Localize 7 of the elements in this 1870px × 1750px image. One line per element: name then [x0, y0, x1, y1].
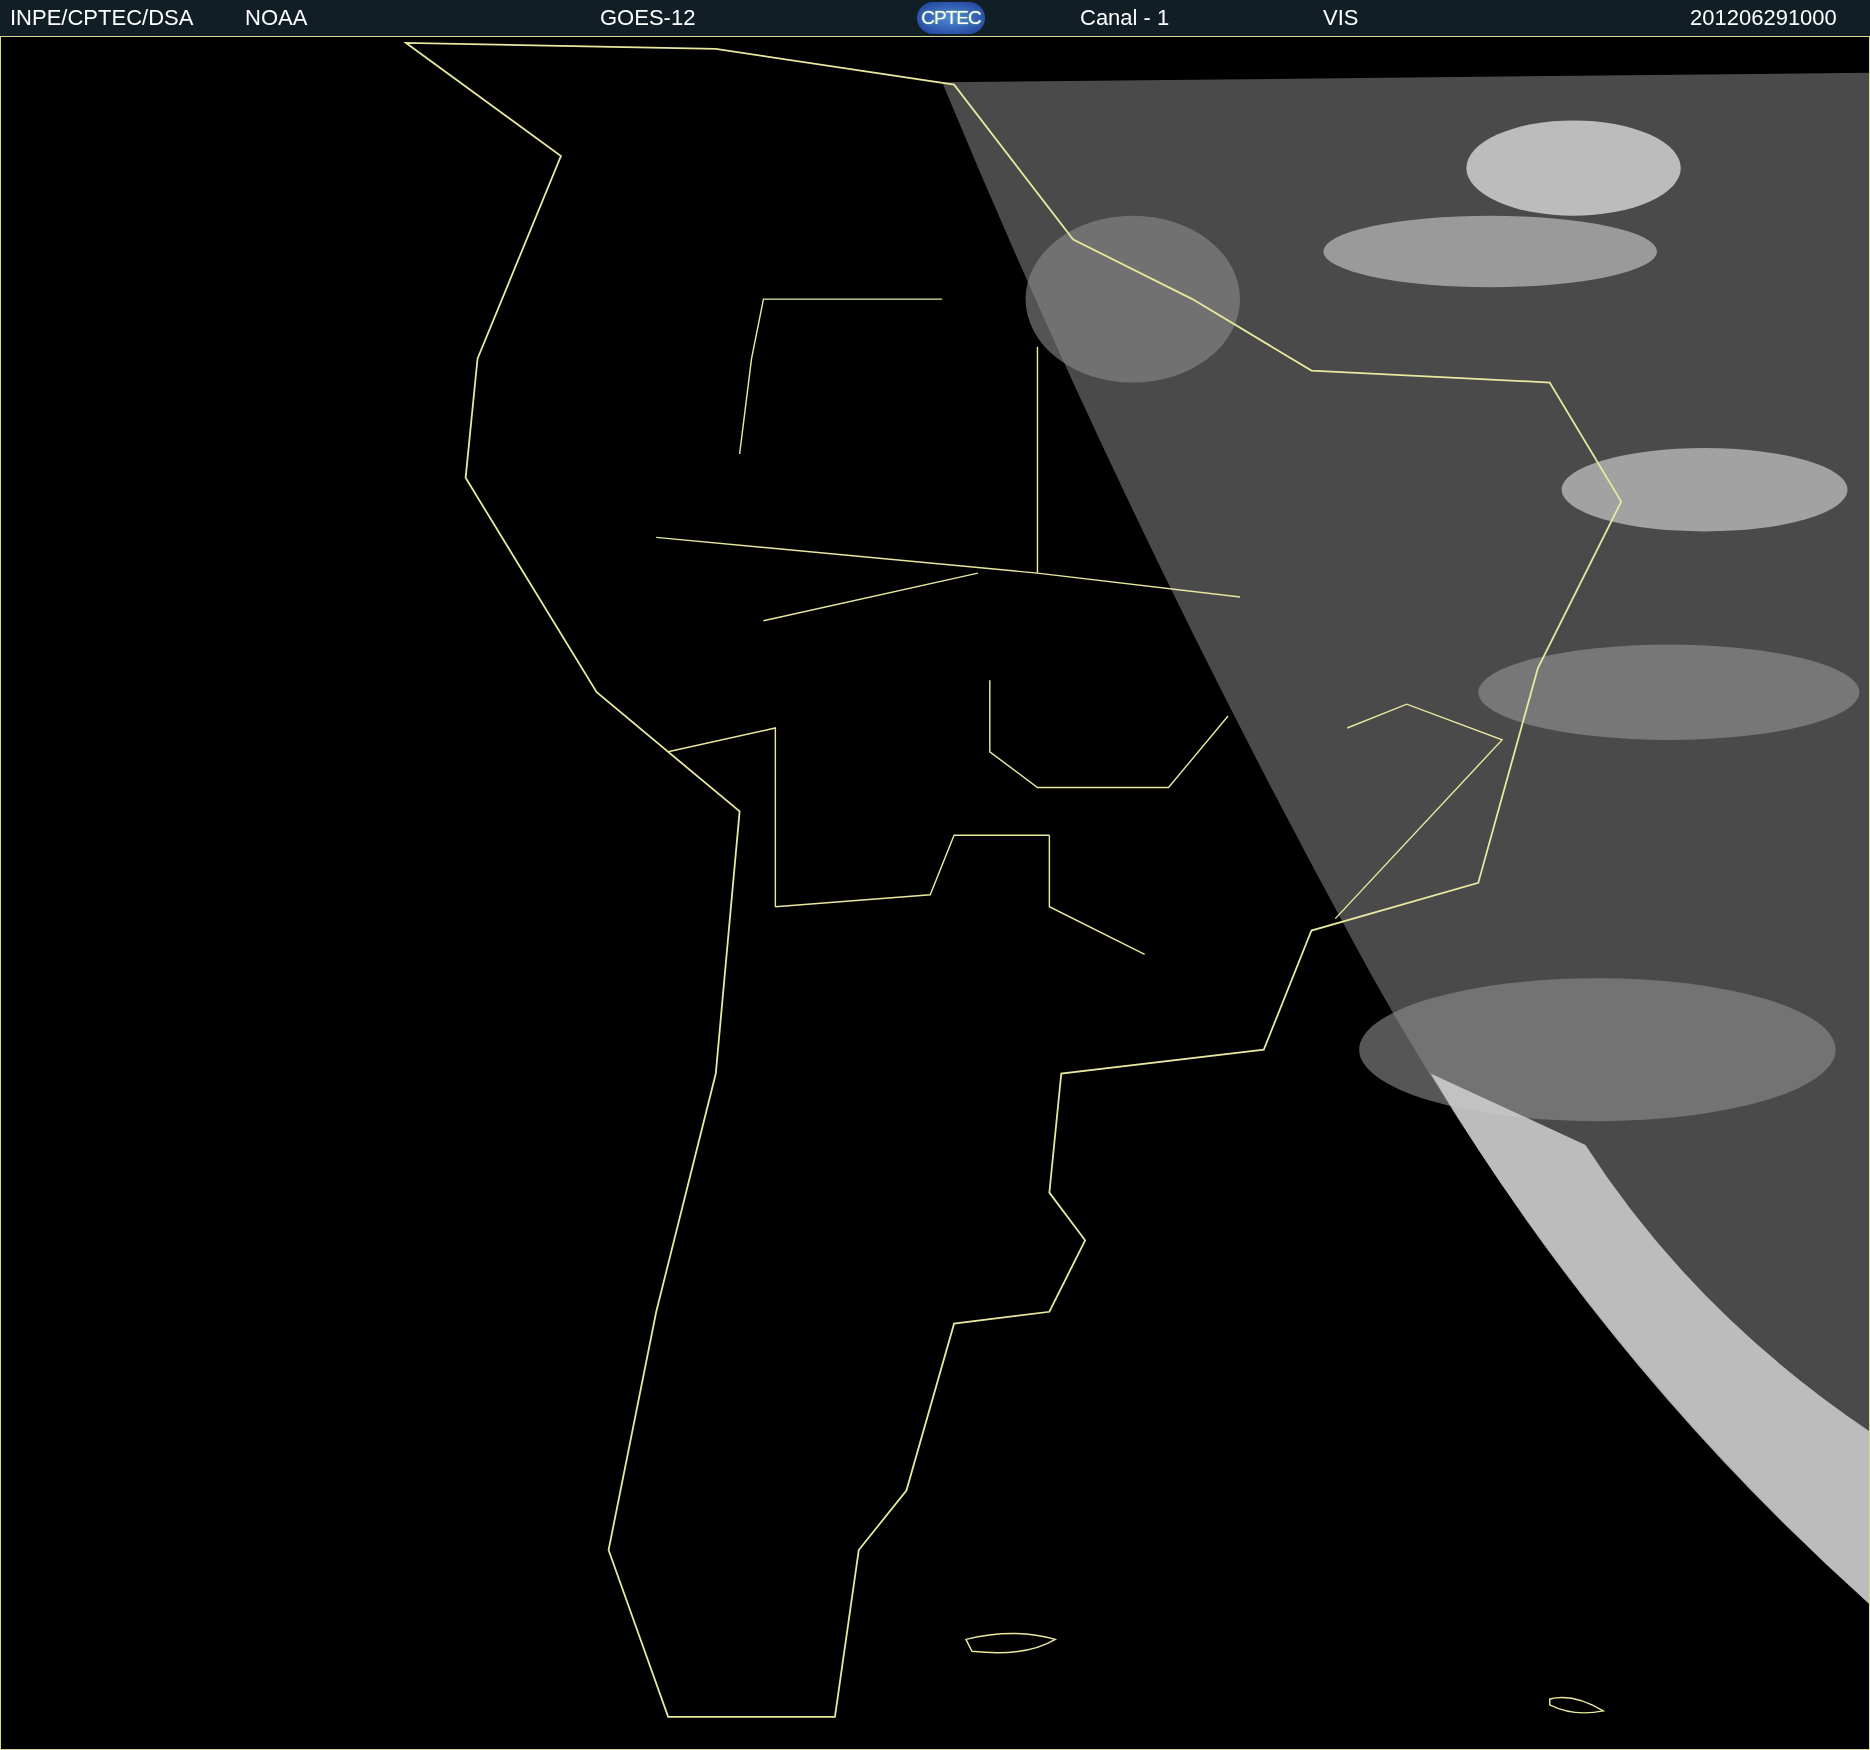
- header-label: Canal - 1: [1080, 5, 1171, 31]
- header-label: 201206291000: [1690, 5, 1838, 31]
- header-label: NOAA: [245, 5, 309, 31]
- header-label: GOES-12: [600, 5, 697, 31]
- header-label: VIS: [1323, 5, 1360, 31]
- header-label: INPE/CPTEC/DSA: [10, 5, 195, 31]
- logo: CPTEC: [917, 2, 985, 34]
